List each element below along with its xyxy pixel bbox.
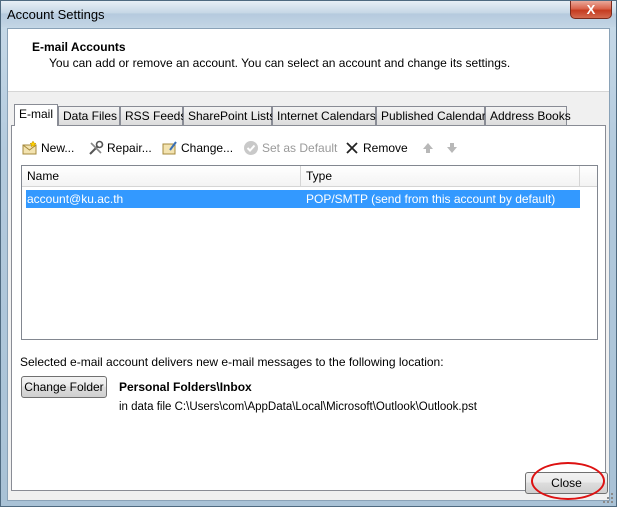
tab-email[interactable]: E-mail <box>14 104 58 126</box>
account-name: account@ku.ac.th <box>27 192 124 206</box>
window-title: Account Settings <box>7 7 105 22</box>
tab-internet-calendars[interactable]: Internet Calendars <box>272 106 376 125</box>
list-row[interactable]: account@ku.ac.th POP/SMTP (send from thi… <box>26 190 580 208</box>
change-icon <box>162 140 178 156</box>
change-folder-button[interactable]: Change Folder <box>21 376 107 398</box>
section-description: You can add or remove an account. You ca… <box>49 56 511 70</box>
header-band: E-mail Accounts You can add or remove an… <box>8 29 609 92</box>
remove-button[interactable]: Remove <box>344 138 408 158</box>
tab-sharepoint-lists[interactable]: SharePoint Lists <box>183 106 275 125</box>
move-up-icon <box>420 140 436 156</box>
account-type: POP/SMTP (send from this account by defa… <box>306 192 556 206</box>
section-title: E-mail Accounts <box>32 40 126 54</box>
repair-button[interactable]: Repair... <box>88 138 152 158</box>
accounts-list[interactable]: Name Type account@ku.ac.th POP/SMTP (sen… <box>21 165 598 340</box>
tab-published-calendars[interactable]: Published Calendars <box>376 106 492 125</box>
change-button-label: Change... <box>181 141 234 155</box>
set-default-button-label: Set as Default <box>262 141 338 155</box>
close-button[interactable]: Close <box>525 472 608 494</box>
dialog-client-area: E-mail Accounts You can add or remove an… <box>7 28 610 501</box>
column-header-name[interactable]: Name <box>22 166 301 186</box>
new-account-icon <box>22 140 38 156</box>
repair-button-label: Repair... <box>107 141 152 155</box>
new-button-label: New... <box>41 141 75 155</box>
list-header: Name Type <box>22 166 597 187</box>
remove-button-label: Remove <box>363 141 408 155</box>
move-down-icon <box>444 140 460 156</box>
change-button[interactable]: Change... <box>162 138 233 158</box>
email-tab-panel: New... Repair... Change... Set as Defaul… <box>11 125 606 491</box>
folder-name: Personal Folders\Inbox <box>119 380 252 394</box>
column-header-type[interactable]: Type <box>301 166 580 186</box>
window-close-button[interactable]: X <box>570 1 612 19</box>
delivery-location-text: Selected e-mail account delivers new e-m… <box>20 355 444 369</box>
repair-icon <box>88 140 104 156</box>
set-default-button[interactable]: Set as Default <box>243 138 337 158</box>
tab-address-books[interactable]: Address Books <box>485 106 571 125</box>
resize-grip-icon[interactable] <box>603 493 613 503</box>
move-down-button[interactable] <box>444 138 463 158</box>
remove-icon <box>344 140 360 156</box>
title-bar[interactable]: Account Settings X <box>1 1 616 27</box>
set-default-icon <box>243 140 259 156</box>
account-settings-window: Account Settings X E-mail Accounts You c… <box>0 0 617 507</box>
data-file-path: in data file C:\Users\com\AppData\Local\… <box>119 401 477 413</box>
move-up-button[interactable] <box>420 138 439 158</box>
new-button[interactable]: New... <box>22 138 74 158</box>
tab-data-files[interactable]: Data Files <box>58 106 120 125</box>
tab-rss-feeds[interactable]: RSS Feeds <box>120 106 186 125</box>
